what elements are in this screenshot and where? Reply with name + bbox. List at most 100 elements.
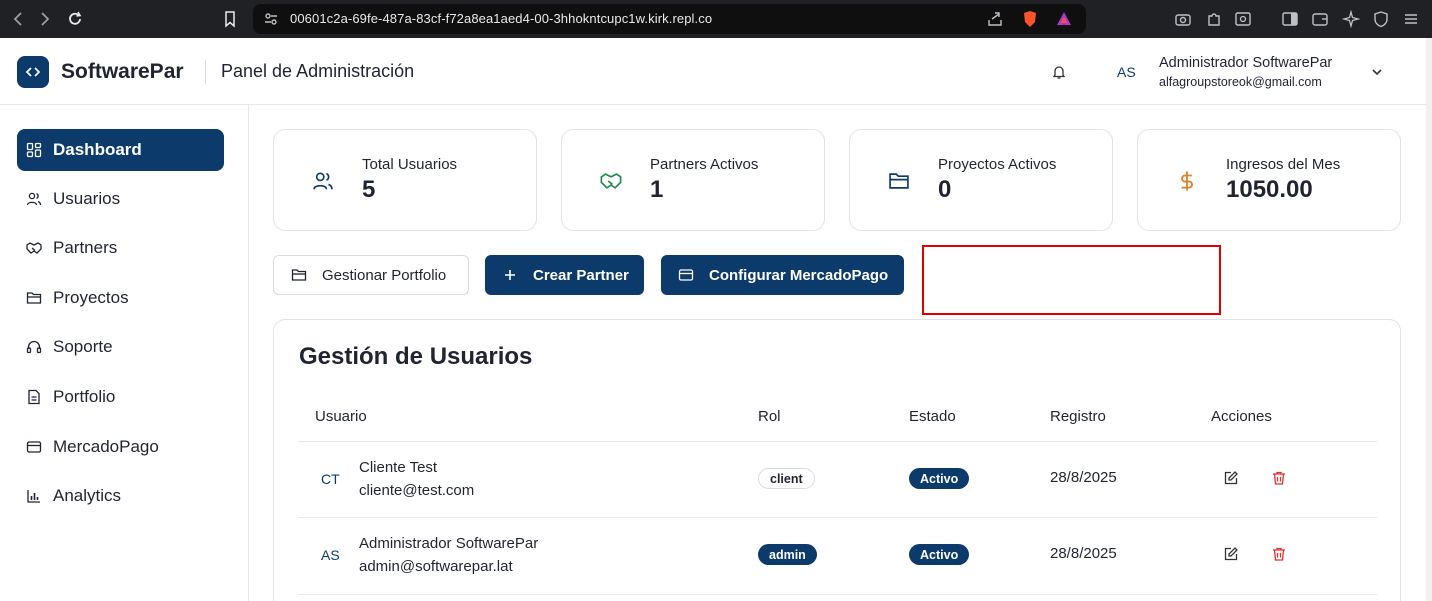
forward-icon[interactable]: [35, 10, 53, 28]
panel-title: Gestión de Usuarios: [299, 343, 533, 370]
status-badge: Activo: [909, 544, 970, 565]
reload-icon[interactable]: [66, 10, 84, 28]
button-label: Configurar MercadoPago: [709, 266, 889, 284]
status-badge: Activo: [909, 468, 970, 489]
sidebar-item-label: Analytics: [53, 486, 122, 505]
url-text: 00601c2a-69fe-487a-83cf-f72a8ea1aed4-00-…: [290, 11, 713, 26]
button-label: Gestionar Portfolio: [322, 266, 447, 284]
page-scrollbar[interactable]: [1426, 38, 1432, 601]
column-header-usuario: Usuario: [315, 408, 367, 425]
headset-icon: [26, 339, 42, 355]
chevron-down-icon[interactable]: [1370, 65, 1384, 79]
edit-icon[interactable]: [1223, 546, 1239, 562]
bookmark-icon[interactable]: [221, 10, 239, 28]
avatar: CT: [321, 471, 340, 487]
app-header: SoftwarePar Panel de Administración AS A…: [0, 38, 1426, 105]
bell-icon[interactable]: [1051, 64, 1067, 80]
column-header-acciones: Acciones: [1211, 408, 1272, 425]
folder-icon: [26, 290, 42, 306]
role-badge: admin: [758, 544, 817, 565]
stat-label: Partners Activos: [650, 156, 759, 173]
stat-label: Proyectos Activos: [938, 156, 1057, 173]
user-email: admin@softwarepar.lat: [359, 558, 513, 575]
handshake-icon: [600, 170, 622, 192]
logo-code-icon: [17, 56, 49, 88]
card-icon: [26, 439, 42, 455]
sidebar-item-proyectos[interactable]: Proyectos: [17, 277, 224, 319]
brand-name: SoftwarePar: [61, 60, 184, 83]
sidebar-item-soporte[interactable]: Soporte: [17, 326, 224, 368]
stat-value: 1050.00: [1226, 176, 1313, 203]
leo-ai-icon[interactable]: [1342, 10, 1360, 28]
stat-label: Ingresos del Mes: [1226, 156, 1341, 173]
brave-shield-icon[interactable]: [1021, 10, 1039, 28]
user-email: cliente@test.com: [359, 482, 475, 499]
sidebar-item-portfolio[interactable]: Portfolio: [17, 376, 224, 418]
sidebar: Dashboard Usuarios Partners Proyectos So…: [0, 105, 249, 601]
reader-mode-icon[interactable]: [1234, 10, 1252, 28]
stat-value: 1: [650, 176, 664, 203]
share-icon[interactable]: [986, 10, 1004, 28]
edit-icon[interactable]: [1223, 470, 1239, 486]
bar-chart-icon: [26, 488, 42, 504]
dashboard-icon: [26, 142, 42, 158]
sidebar-item-mercadopago[interactable]: MercadoPago: [17, 426, 224, 468]
brave-rewards-icon[interactable]: [1055, 10, 1073, 28]
sidebar-item-label: Partners: [53, 238, 118, 257]
folder-icon: [291, 267, 307, 283]
stat-label: Total Usuarios: [362, 156, 458, 173]
trash-icon[interactable]: [1271, 546, 1287, 562]
row-divider: [298, 594, 1377, 595]
address-bar[interactable]: 00601c2a-69fe-487a-83cf-f72a8ea1aed4-00-…: [253, 4, 1086, 34]
sidebar-item-label: Dashboard: [53, 140, 142, 159]
users-panel: Gestión de Usuarios Usuario Rol Estado R…: [273, 319, 1401, 601]
manage-portfolio-button[interactable]: Gestionar Portfolio: [273, 255, 469, 295]
sidebar-toggle-icon[interactable]: [1281, 10, 1299, 28]
back-icon[interactable]: [10, 10, 28, 28]
sidebar-item-label: Proyectos: [53, 288, 129, 307]
browser-toolbar: 00601c2a-69fe-487a-83cf-f72a8ea1aed4-00-…: [0, 0, 1432, 38]
dollar-icon: [1176, 170, 1198, 192]
site-settings-icon[interactable]: [262, 10, 280, 28]
users-icon: [312, 170, 334, 192]
sidebar-item-label: Usuarios: [53, 189, 121, 208]
camera-icon[interactable]: [1174, 10, 1192, 28]
sidebar-item-label: Portfolio: [53, 387, 116, 406]
column-header-estado: Estado: [909, 408, 956, 425]
avatar[interactable]: AS: [1117, 64, 1136, 80]
sidebar-item-dashboard[interactable]: Dashboard: [17, 129, 224, 171]
sidebar-item-label: Soporte: [53, 337, 113, 356]
menu-icon[interactable]: [1402, 10, 1420, 28]
card-icon: [678, 267, 694, 283]
vpn-icon[interactable]: [1372, 10, 1390, 28]
folder-icon: [888, 170, 910, 192]
table-row: CT Cliente Test cliente@test.com client …: [298, 442, 1377, 518]
user-name: Administrador SoftwarePar: [359, 535, 539, 552]
registration-date: 28/8/2025: [1050, 545, 1117, 562]
wallet-icon[interactable]: [1311, 10, 1329, 28]
configure-mercadopago-button[interactable]: Configurar MercadoPago: [661, 255, 904, 295]
sidebar-item-partners[interactable]: Partners: [17, 227, 224, 269]
table-row: AS Administrador SoftwarePar admin@softw…: [298, 518, 1377, 594]
stat-card-usuarios: Total Usuarios 5: [273, 129, 537, 231]
sidebar-item-analytics[interactable]: Analytics: [17, 475, 224, 517]
stat-card-proyectos: Proyectos Activos 0: [849, 129, 1113, 231]
column-header-registro: Registro: [1050, 408, 1106, 425]
registration-date: 28/8/2025: [1050, 469, 1117, 486]
file-icon: [26, 389, 42, 405]
trash-icon[interactable]: [1271, 470, 1287, 486]
plus-icon: [502, 267, 518, 283]
button-label: Crear Partner: [533, 266, 629, 284]
role-badge: client: [758, 468, 815, 489]
stat-value: 5: [362, 176, 376, 203]
sidebar-item-label: MercadoPago: [53, 437, 159, 456]
header-divider: [205, 60, 206, 84]
column-header-rol: Rol: [758, 408, 781, 425]
create-partner-button[interactable]: Crear Partner: [485, 255, 644, 295]
user-name[interactable]: Administrador SoftwarePar: [1159, 55, 1332, 71]
sidebar-item-usuarios[interactable]: Usuarios: [17, 178, 224, 220]
handshake-icon: [26, 240, 42, 256]
stat-value: 0: [938, 176, 952, 203]
extensions-icon[interactable]: [1205, 10, 1223, 28]
page-title: Panel de Administración: [221, 61, 415, 81]
